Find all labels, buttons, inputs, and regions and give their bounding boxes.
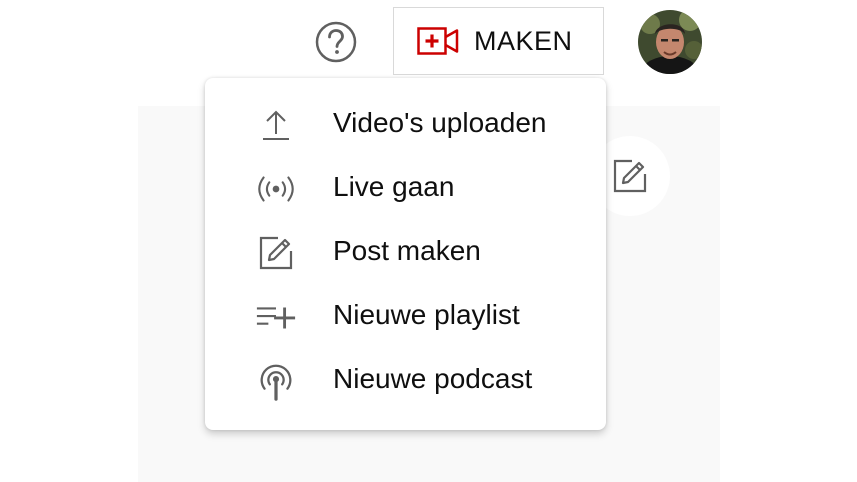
help-button[interactable] (312, 18, 360, 66)
menu-item-upload-videos[interactable]: Video's uploaden (205, 92, 606, 156)
menu-item-label: Live gaan (333, 171, 455, 202)
avatar[interactable] (638, 10, 702, 74)
playlist-add-icon (255, 296, 297, 338)
menu-item-create-post[interactable]: Post maken (205, 220, 606, 284)
upload-icon (255, 104, 297, 146)
question-circle-icon (315, 21, 357, 63)
menu-item-label: Post maken (333, 235, 481, 266)
podcast-icon (255, 360, 297, 402)
video-camera-plus-icon (417, 27, 459, 55)
live-broadcast-icon (255, 168, 297, 210)
menu-item-label: Nieuwe podcast (333, 363, 533, 394)
create-button[interactable]: MAKEN (393, 7, 604, 75)
menu-item-label: Video's uploaden (333, 107, 547, 138)
edit-post-icon (255, 232, 297, 274)
create-button-label: MAKEN (474, 25, 573, 56)
menu-item-go-live[interactable]: Live gaan (205, 156, 606, 220)
page: MAKEN Video's uploaden Live gaan Post ma… (0, 0, 857, 482)
user-avatar-image (638, 10, 702, 74)
menu-item-new-podcast[interactable]: Nieuwe podcast (205, 348, 606, 412)
menu-item-new-playlist[interactable]: Nieuwe playlist (205, 284, 606, 348)
edit-pencil-icon (613, 159, 647, 193)
create-menu: Video's uploaden Live gaan Post maken Ni… (205, 78, 606, 430)
menu-item-label: Nieuwe playlist (333, 299, 520, 330)
